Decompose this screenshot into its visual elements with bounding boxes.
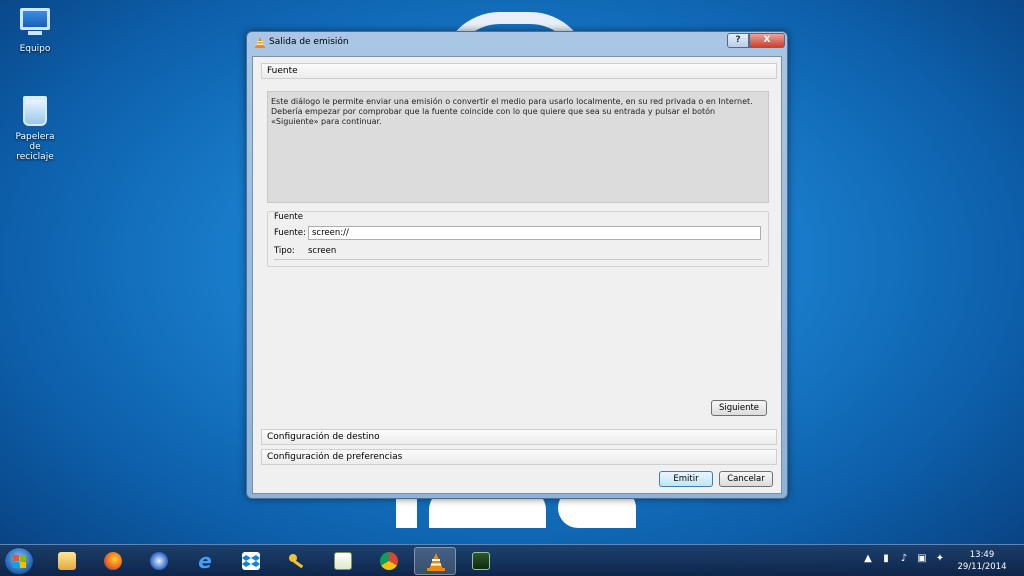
dropbox-icon: [242, 552, 260, 570]
title-bar[interactable]: Salida de emisión ? X: [247, 32, 787, 54]
type-label: Tipo:: [274, 246, 295, 256]
vlc-icon: [255, 37, 265, 48]
desktop-icon-computer[interactable]: Equipo: [0, 6, 70, 54]
source-group: Fuente Fuente: Tipo: screen: [267, 211, 769, 267]
source-group-legend: Fuente: [274, 212, 303, 222]
description-panel: Este diálogo le permite enviar una emisi…: [267, 91, 769, 203]
taskbar: e ▲ ▮ ♪ ▣ ✦ 13:49 29/11/2014: [0, 544, 1024, 576]
volume-icon[interactable]: ♪: [898, 553, 910, 565]
start-button[interactable]: [4, 547, 34, 575]
taskbar-internet-explorer[interactable]: e: [184, 547, 226, 575]
next-button[interactable]: Siguiente: [711, 400, 767, 416]
source-input[interactable]: [308, 226, 761, 240]
source-label: Fuente:: [274, 228, 306, 238]
section-source-header[interactable]: Fuente: [261, 63, 777, 79]
clock-date: 29/11/2014: [957, 562, 1007, 572]
description-line-1: Este diálogo le permite enviar una emisi…: [271, 97, 753, 106]
taskbar-chrome[interactable]: [368, 547, 410, 575]
network-icon[interactable]: ▣: [916, 553, 928, 565]
cancel-button[interactable]: Cancelar: [719, 471, 773, 487]
desktop-icon-recycle-bin[interactable]: Papelera de reciclaje: [0, 96, 70, 162]
taskbar-dropbox[interactable]: [230, 547, 272, 575]
taskbar-firefox[interactable]: [92, 547, 134, 575]
dropbox-tray-icon[interactable]: ✦: [934, 553, 946, 565]
type-value: screen: [308, 246, 337, 256]
vlc-icon: [427, 553, 445, 571]
taskbar-system-monitor[interactable]: [460, 547, 502, 575]
description-line-2: Debería empezar por comprobar que la fue…: [271, 107, 716, 126]
folder-icon: [58, 552, 76, 570]
monitor-icon: [472, 552, 490, 570]
computer-icon: [17, 8, 53, 40]
section-preferences-header[interactable]: Configuración de preferencias: [261, 449, 777, 465]
clock[interactable]: 13:49 29/11/2014: [952, 549, 1012, 573]
key-icon: [288, 552, 306, 570]
firefox-icon: [104, 552, 122, 570]
clock-time: 13:49: [969, 550, 995, 560]
desktop-icon-label: Papelera de reciclaje: [15, 132, 55, 162]
chrome-icon: [380, 552, 398, 570]
stream-button[interactable]: Emitir: [659, 471, 713, 487]
streaming-dialog: Salida de emisión ? X Fuente Este diálog…: [246, 31, 788, 499]
taskbar-notepad[interactable]: [322, 547, 364, 575]
taskbar-keepass[interactable]: [276, 547, 318, 575]
internet-explorer-icon: e: [198, 549, 212, 573]
taskbar-vlc[interactable]: [414, 547, 456, 575]
notepad-icon: [334, 552, 352, 570]
thunderbird-icon: [150, 552, 168, 570]
divider: [274, 259, 762, 260]
window-title: Salida de emisión: [269, 37, 349, 47]
taskbar-thunderbird[interactable]: [138, 547, 180, 575]
windows-flag-icon: [13, 555, 27, 568]
taskbar-file-explorer[interactable]: [46, 547, 88, 575]
power-icon[interactable]: ▮: [880, 553, 892, 565]
recycle-bin-icon: [17, 96, 53, 128]
show-hidden-icons-arrow[interactable]: ▲: [862, 553, 874, 565]
close-button[interactable]: X: [749, 33, 785, 48]
help-button[interactable]: ?: [727, 33, 749, 48]
desktop-icon-label: Equipo: [19, 44, 51, 54]
section-destination-header[interactable]: Configuración de destino: [261, 429, 777, 445]
dialog-content: Fuente Este diálogo le permite enviar un…: [252, 56, 782, 494]
